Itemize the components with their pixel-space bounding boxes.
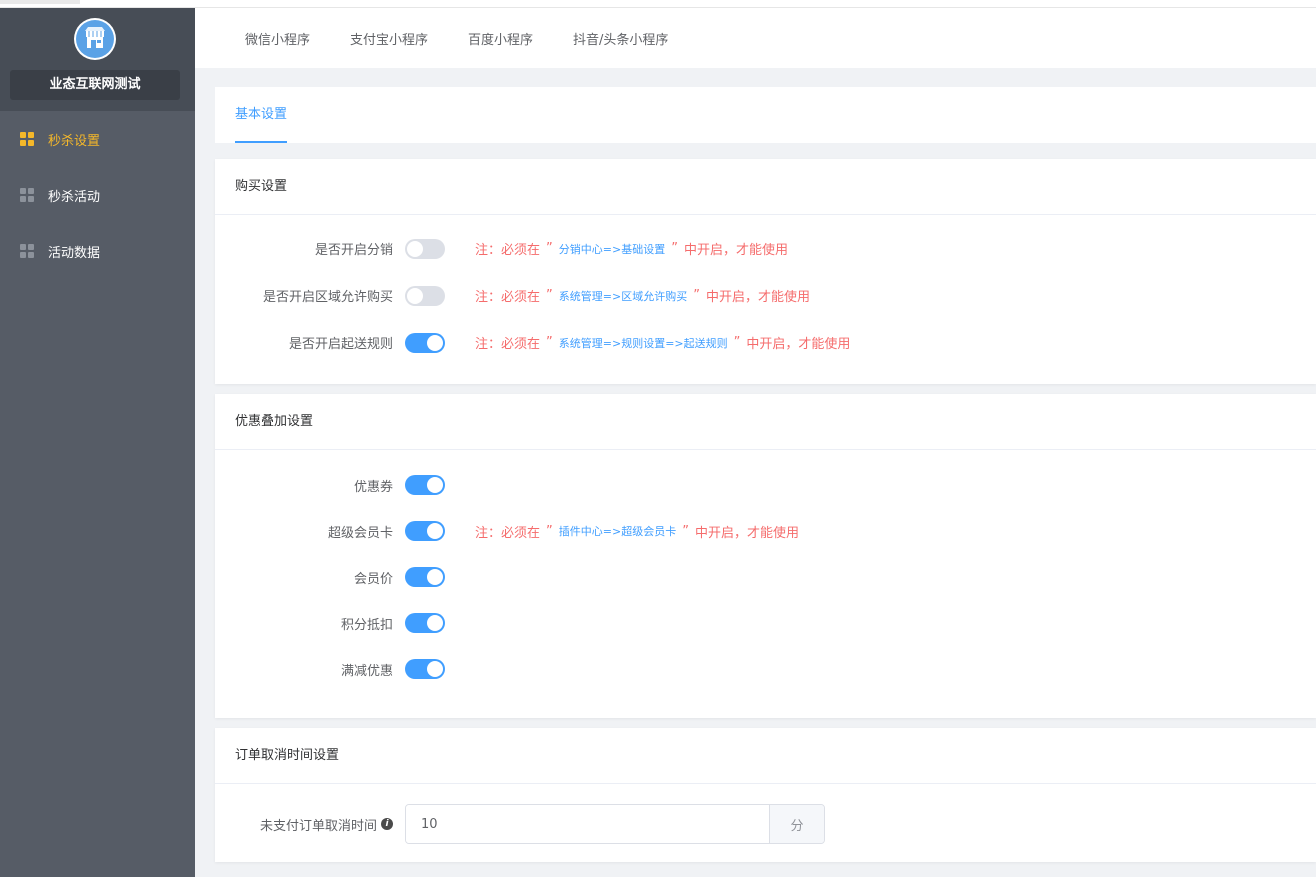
sidebar-item-label: 秒杀设置 — [48, 133, 101, 149]
note: 注：必须在 ” 系统管理=>规则设置=>起送规则 ” 中开启，才能使用 — [475, 333, 850, 352]
quote-mark: ” — [671, 241, 678, 256]
purchase-settings-card: 购买设置 是否开启分销 注：必须在 ” 分销中心=>基础设置 ” 中开启，才能使… — [215, 159, 1316, 384]
points-deduction-switch[interactable] — [405, 613, 445, 633]
settings-tabs: 基本设置 — [215, 87, 1316, 143]
note-path: 插件中心=>超级会员卡 — [558, 525, 677, 538]
cancel-time-input[interactable] — [406, 805, 769, 843]
form-label: 超级会员卡 — [327, 525, 393, 541]
super-member-card-switch[interactable] — [405, 521, 445, 541]
note-suffix: 中开启，才能使用 — [746, 337, 851, 352]
order-cancel-card: 订单取消时间设置 未支付订单取消时间 i 分 — [215, 728, 1316, 862]
form-row: 积分抵扣 — [215, 600, 1316, 646]
sidebar-item-label: 秒杀活动 — [48, 189, 101, 205]
grid-icon — [20, 188, 34, 202]
form-label: 未支付订单取消时间 i — [215, 815, 405, 834]
form-label: 优惠券 — [353, 479, 393, 495]
note-suffix: 中开启，才能使用 — [694, 525, 799, 541]
member-price-switch[interactable] — [405, 567, 445, 587]
note-prefix: 注：必须在 — [475, 290, 541, 305]
form-label: 满减优惠 — [340, 663, 393, 679]
sidebar-item-activity-data[interactable]: 活动数据 — [0, 223, 195, 279]
form-row: 是否开启区域允许购买 注：必须在 ” 系统管理=>区域允许购买 ” 中开启，才能… — [215, 272, 1316, 319]
form-row: 会员价 — [215, 554, 1316, 600]
form-row: 超级会员卡 注：必须在 ” 插件中心=>超级会员卡 ” 中开启，才能使用 — [215, 508, 1316, 554]
note: 注：必须在 ” 分销中心=>基础设置 ” 中开启，才能使用 — [475, 239, 788, 258]
tab-baidu-miniprogram[interactable]: 百度小程序 — [468, 29, 533, 48]
note-prefix: 注：必须在 — [475, 525, 541, 541]
card-title: 优惠叠加设置 — [215, 394, 1316, 450]
grid-icon — [20, 244, 34, 258]
top-strip — [0, 0, 1316, 8]
form-row: 满减优惠 — [215, 646, 1316, 692]
note-path: 分销中心=>基础设置 — [558, 242, 666, 256]
note-path: 系统管理=>区域允许购买 — [558, 289, 688, 303]
tab-douyin-miniprogram[interactable]: 抖音/头条小程序 — [573, 29, 668, 48]
unit-label: 分 — [769, 805, 824, 843]
store-icon — [76, 20, 114, 58]
main-content: 基本设置 购买设置 是否开启分销 注：必须在 ” 分销中心=>基础设置 ” 中开… — [215, 87, 1316, 862]
distribution-switch[interactable] — [405, 238, 445, 259]
grid-icon — [20, 132, 34, 146]
quote-mark: ” — [693, 288, 700, 303]
quote-mark: ” — [546, 523, 553, 539]
tab-wechat-miniprogram[interactable]: 微信小程序 — [245, 29, 310, 48]
note-suffix: 中开启，才能使用 — [705, 290, 810, 305]
note-suffix: 中开启，才能使用 — [683, 243, 788, 258]
sidebar: 业态互联网测试 秒杀设置 秒杀活动 活动数据 — [0, 8, 195, 877]
shop-logo — [74, 18, 116, 60]
form-label: 是否开启起送规则 — [288, 337, 393, 352]
delivery-rule-switch[interactable] — [405, 332, 445, 353]
form-label: 积分抵扣 — [340, 617, 393, 633]
form-row: 未支付订单取消时间 i 分 — [215, 804, 1316, 844]
form-label-text: 未支付订单取消时间 — [259, 818, 377, 834]
note-prefix: 注：必须在 — [475, 243, 541, 258]
quote-mark: ” — [546, 241, 553, 256]
quote-mark: ” — [546, 335, 553, 350]
form-row: 是否开启分销 注：必须在 ” 分销中心=>基础设置 ” 中开启，才能使用 — [215, 225, 1316, 272]
info-icon[interactable]: i — [381, 818, 393, 830]
sidebar-item-label: 活动数据 — [48, 245, 101, 261]
note-prefix: 注：必须在 — [475, 337, 541, 352]
form-label: 会员价 — [353, 571, 393, 587]
discount-stack-card: 优惠叠加设置 优惠券 超级会员卡 注：必须在 ” 插件中心=>超级会员卡 ” 中… — [215, 394, 1316, 718]
quote-mark: ” — [733, 335, 741, 350]
shop-name: 业态互联网测试 — [10, 70, 180, 100]
note-path: 系统管理=>规则设置=>起送规则 — [558, 336, 728, 350]
cancel-time-input-group: 分 — [405, 804, 825, 844]
sidebar-item-seckill-activity[interactable]: 秒杀活动 — [0, 167, 195, 223]
full-reduction-switch[interactable] — [405, 659, 445, 679]
platform-tabs: 微信小程序 支付宝小程序 百度小程序 抖音/头条小程序 — [195, 8, 1316, 68]
coupon-switch[interactable] — [405, 475, 445, 495]
form-label: 是否开启区域允许购买 — [262, 290, 393, 305]
tab-basic-settings[interactable]: 基本设置 — [235, 87, 288, 143]
region-purchase-switch[interactable] — [405, 285, 445, 306]
browser-tab-fragment — [0, 0, 80, 4]
tab-alipay-miniprogram[interactable]: 支付宝小程序 — [350, 29, 428, 48]
note: 注：必须在 ” 插件中心=>超级会员卡 ” 中开启，才能使用 — [475, 522, 799, 541]
form-row: 是否开启起送规则 注：必须在 ” 系统管理=>规则设置=>起送规则 ” 中开启，… — [215, 319, 1316, 366]
note: 注：必须在 ” 系统管理=>区域允许购买 ” 中开启，才能使用 — [475, 286, 810, 305]
card-title: 购买设置 — [215, 159, 1316, 215]
card-title: 订单取消时间设置 — [215, 728, 1316, 784]
form-label: 是否开启分销 — [314, 243, 393, 258]
form-row: 优惠券 — [215, 462, 1316, 508]
quote-mark: ” — [682, 523, 689, 539]
quote-mark: ” — [546, 288, 553, 303]
sidebar-header: 业态互联网测试 — [0, 8, 195, 111]
sidebar-item-seckill-settings[interactable]: 秒杀设置 — [0, 111, 195, 167]
